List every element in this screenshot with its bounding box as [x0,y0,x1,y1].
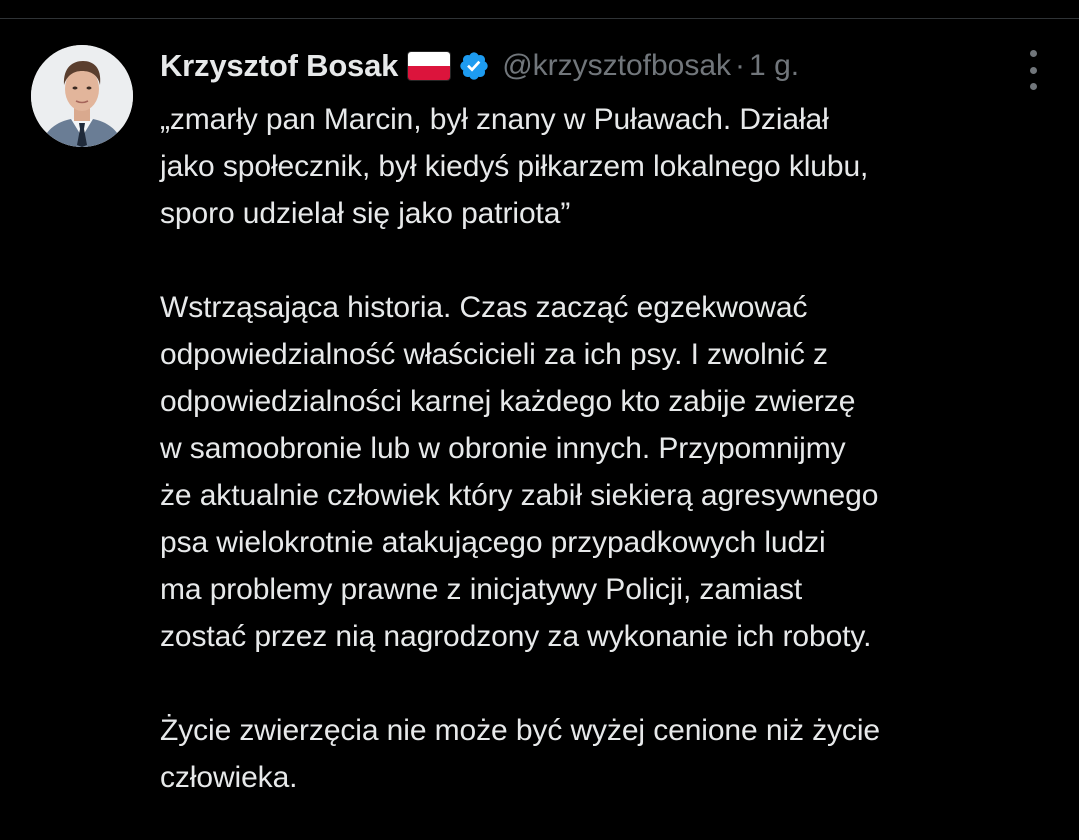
tweet-line: Wstrząsająca historia. Czas zacząć egzek… [160,291,808,324]
tweet-paragraph: Wstrząsająca historia. Czas zacząć egzek… [160,284,1060,660]
tweet-line: w samoobronie lub w obronie innych. Przy… [160,432,846,465]
tweet-line: zostać przez nią nagrodzony za wykonanie… [160,620,872,653]
tweet-paragraph: „zmarły pan Marcin, był znany w Puławach… [160,96,1060,237]
tweet-line: że aktualnie człowiek który zabił siekie… [160,479,879,512]
author-handle[interactable]: @krzysztofbosak [502,49,731,83]
header-separator: · [735,49,746,82]
avatar[interactable] [31,45,133,147]
tweet-line: odpowiedzialności karnej każdego kto zab… [160,385,856,418]
tweet-timestamp[interactable]: 1 g. [749,49,799,83]
tweet-line: jako społecznik, był kiedyś piłkarzem lo… [160,150,869,183]
tweet-line: odpowiedzialność właścicieli za ich psy.… [160,338,828,371]
tweet-paragraph: Życie zwierzęcia nie może być wyżej ceni… [160,707,1060,801]
author-display-name[interactable]: Krzysztof Bosak [160,48,398,84]
tweet[interactable]: Krzysztof Bosak @krzysztofbosak · 1 g. „… [0,0,1079,821]
more-options-icon[interactable] [1021,50,1045,90]
tweet-line: człowieka. [160,761,298,794]
verified-badge-icon[interactable] [458,50,490,82]
tweet-text: „zmarły pan Marcin, był znany w Puławach… [160,96,1060,801]
tweet-line: Życie zwierzęcia nie może być wyżej ceni… [160,714,880,747]
poland-flag-icon [408,52,451,80]
tweet-header: Krzysztof Bosak @krzysztofbosak · 1 g. [160,44,799,88]
tweet-line: psa wielokrotnie atakującego przypadkowy… [160,526,826,559]
avatar-portrait-image [31,45,133,147]
tweet-line: „zmarły pan Marcin, był znany w Puławach… [160,103,829,136]
tweet-line: sporo udzielał się jako patriota” [160,197,571,230]
tweet-line: ma problemy prawne z inicjatywy Policji,… [160,573,803,606]
